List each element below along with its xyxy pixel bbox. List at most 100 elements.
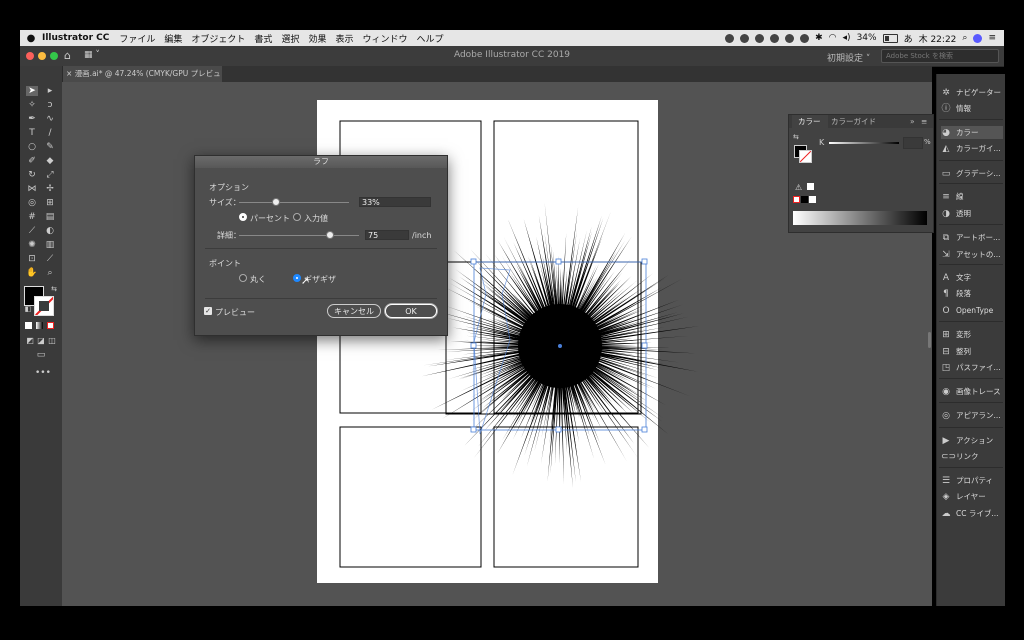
- menu-file[interactable]: ファイル: [119, 32, 155, 45]
- input-source-icon[interactable]: あ: [904, 32, 913, 45]
- mesh-tool-icon[interactable]: #: [26, 212, 38, 222]
- chat-icon[interactable]: [770, 33, 780, 43]
- menu-window[interactable]: ウィンドウ: [362, 32, 407, 45]
- menu-edit[interactable]: 編集: [164, 32, 182, 45]
- selection-handle-nw[interactable]: [470, 258, 477, 265]
- time-machine-icon[interactable]: [800, 33, 810, 43]
- selection-handle-e[interactable]: [641, 342, 648, 349]
- scale-tool-icon[interactable]: ⤢: [44, 170, 56, 180]
- dock-item-asset[interactable]: ⇲ アセットの...: [941, 248, 1003, 261]
- dock-item-transparency[interactable]: ◑ 透明: [941, 207, 1003, 220]
- type-tool-icon[interactable]: T: [26, 128, 38, 138]
- dock-item-appearance[interactable]: ◎ アピアラン...: [941, 409, 1003, 422]
- eye-icon[interactable]: [755, 33, 765, 43]
- color-spectrum-bar[interactable]: [793, 211, 927, 225]
- swap-colors-icon[interactable]: ⇆: [48, 284, 60, 294]
- dock-item-opentype[interactable]: O OpenType: [941, 304, 1003, 317]
- artboard-tool-icon[interactable]: ⊡: [26, 254, 38, 264]
- shaper-tool-icon[interactable]: ✐: [26, 156, 38, 166]
- dock-item-image-trace[interactable]: ◉ 画像トレース: [941, 385, 1003, 398]
- dock-item-properties[interactable]: ☰ プロパティ: [941, 474, 1003, 487]
- ok-button[interactable]: OK: [385, 304, 437, 318]
- wifi-icon[interactable]: ◠: [829, 33, 837, 43]
- direct-selection-tool-icon[interactable]: ▸: [44, 86, 56, 96]
- selection-tool-icon[interactable]: ➤: [26, 86, 38, 96]
- selection-handle-sw[interactable]: [470, 426, 477, 433]
- detail-slider-track[interactable]: [239, 235, 359, 236]
- panel-menu-icon[interactable]: ≡: [921, 115, 927, 128]
- collapse-panel-icon[interactable]: »: [910, 115, 915, 128]
- round-points-radio[interactable]: [239, 274, 247, 282]
- battery-icon[interactable]: [882, 33, 898, 43]
- screen-mode-icon[interactable]: ▭: [35, 350, 47, 360]
- dock-item-pathfinder[interactable]: ◳ パスファイ...: [941, 361, 1003, 374]
- dropbox-icon[interactable]: [740, 33, 750, 43]
- gradient-mode-icon[interactable]: [36, 322, 43, 329]
- selection-handle-w[interactable]: [470, 342, 477, 349]
- width-tool-icon[interactable]: ⋈: [26, 184, 38, 194]
- menu-help[interactable]: ヘルプ: [417, 32, 444, 45]
- slice-tool-icon[interactable]: ⟋: [44, 254, 56, 264]
- more-tools-icon[interactable]: •••: [35, 368, 51, 378]
- dock-item-stroke[interactable]: ≡ 線: [941, 190, 1003, 203]
- volume-icon[interactable]: ◂): [843, 33, 851, 43]
- blend-tool-icon[interactable]: ◐: [44, 226, 56, 236]
- dock-item-compass[interactable]: ✲ ナビゲーター: [941, 86, 1003, 99]
- zoom-tool-icon[interactable]: ⌕: [44, 268, 56, 278]
- web-safe-swatch[interactable]: [807, 183, 814, 190]
- panel-stroke-swatch[interactable]: [799, 150, 812, 163]
- selection-handle-n[interactable]: [555, 258, 562, 265]
- dock-item-layers[interactable]: ◈ レイヤー: [941, 490, 1003, 503]
- document-tab[interactable]: × 漫画.ai* @ 47.24% (CMYK/GPU プレビュー): [62, 66, 222, 94]
- eyedropper-tool-icon[interactable]: ⟋: [26, 226, 38, 236]
- notification-center-icon[interactable]: ≡: [988, 33, 996, 43]
- stock-search-input[interactable]: Adobe Stock を検索: [881, 49, 999, 63]
- comic-panel-bottom-right[interactable]: [493, 426, 639, 568]
- menu-object[interactable]: オブジェクト: [191, 32, 245, 45]
- dock-item-gradient[interactable]: ▭ グラデーシ...: [941, 167, 1003, 180]
- dock-item-palette[interactable]: ◕ カラー: [941, 126, 1003, 139]
- puppet-warp-tool-icon[interactable]: ✢: [44, 184, 56, 194]
- menu-view[interactable]: 表示: [335, 32, 353, 45]
- rotate-tool-icon[interactable]: ↻: [26, 170, 38, 180]
- default-colors-icon[interactable]: ◧: [22, 304, 34, 314]
- k-slider[interactable]: [829, 142, 899, 144]
- detail-slider-knob[interactable]: [326, 231, 334, 239]
- none-color-swatch[interactable]: [793, 196, 800, 203]
- gradient-tool-icon[interactable]: ▤: [44, 212, 56, 222]
- menu-effect[interactable]: 効果: [308, 32, 326, 45]
- siri-icon[interactable]: [973, 33, 983, 43]
- cancel-button[interactable]: キャンセル: [327, 304, 381, 318]
- dock-item-paragraph[interactable]: ¶ 段落: [941, 287, 1003, 300]
- comic-panel-bottom-left[interactable]: [339, 426, 482, 568]
- tab-color[interactable]: カラー: [792, 115, 828, 128]
- app-menu[interactable]: Illustrator CC: [42, 33, 109, 43]
- close-tab-icon[interactable]: ×: [66, 69, 72, 78]
- jagged-points-radio[interactable]: [293, 274, 301, 282]
- dock-item-cc-libraries[interactable]: ☁ CC ライブ...: [941, 507, 1003, 520]
- line-tool-icon[interactable]: /: [44, 128, 56, 138]
- dock-item-color-guide[interactable]: ◭ カラーガイ...: [941, 142, 1003, 155]
- dock-item-play[interactable]: ▶ アクション: [941, 434, 1003, 447]
- absolute-radio[interactable]: [293, 213, 301, 221]
- eraser-tool-icon[interactable]: ◆: [44, 156, 56, 166]
- shape-builder-tool-icon[interactable]: ◎: [26, 198, 38, 208]
- k-value-field[interactable]: [903, 137, 923, 149]
- dock-item-info[interactable]: ⓘ 情報: [941, 102, 1003, 115]
- vertical-scrollbar[interactable]: [928, 332, 931, 348]
- percent-radio[interactable]: [239, 213, 247, 221]
- selection-handle-ne[interactable]: [641, 258, 648, 265]
- selection-handle-s[interactable]: [555, 426, 562, 433]
- dock-item-link[interactable]: ⊂⊃ リンク: [941, 450, 1003, 463]
- graph-tool-icon[interactable]: ▥: [44, 240, 56, 250]
- dock-item-artboard[interactable]: ⧉ アートボー...: [941, 231, 1003, 244]
- stroke-swatch[interactable]: [34, 296, 54, 316]
- lasso-tool-icon[interactable]: ↄ: [44, 100, 56, 110]
- magic-wand-tool-icon[interactable]: ✧: [26, 100, 38, 110]
- pen-tool-icon[interactable]: ✒: [26, 114, 38, 124]
- detail-value-field[interactable]: 75: [365, 230, 409, 240]
- paintbrush-tool-icon[interactable]: ✎: [44, 142, 56, 152]
- black-swatch[interactable]: [801, 196, 808, 203]
- white-swatch[interactable]: [809, 196, 816, 203]
- clock[interactable]: 木 22:22: [919, 32, 957, 45]
